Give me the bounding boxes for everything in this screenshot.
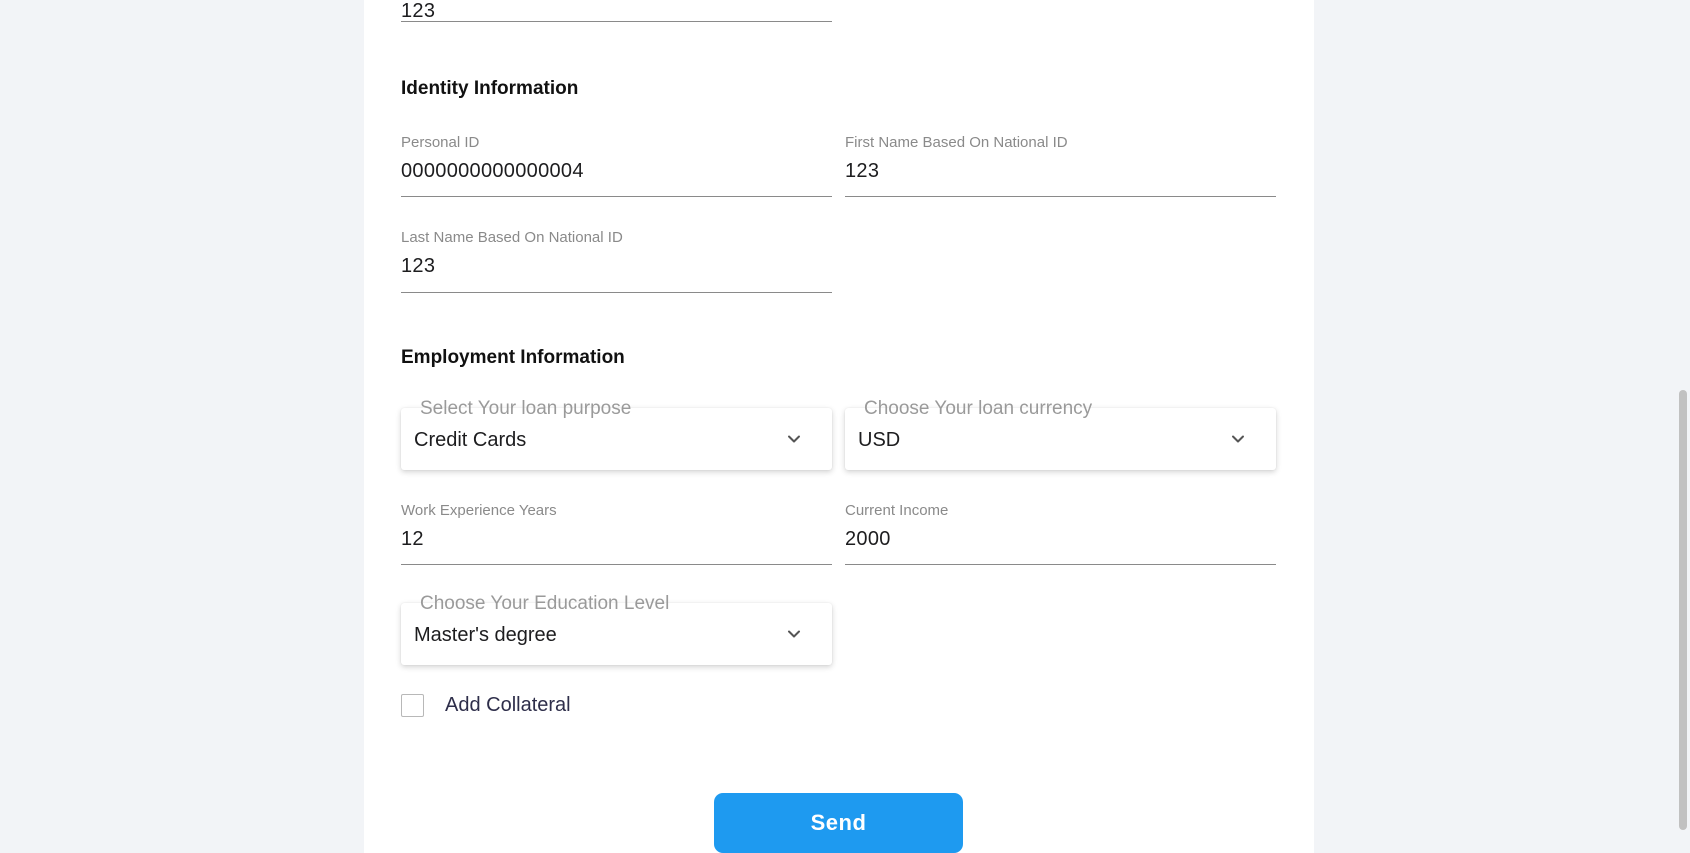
last-name-field[interactable]: Last Name Based On National ID 123 <box>401 229 832 293</box>
loan-purpose-select[interactable]: Select Your loan purpose Credit Cards <box>401 398 832 470</box>
education-level-value: Master's degree <box>414 624 557 646</box>
personal-id-input[interactable]: 0000000000000004 <box>401 160 584 183</box>
current-income-field[interactable]: Current Income 2000 <box>845 502 1276 565</box>
loan-purpose-label: Select Your loan purpose <box>420 398 632 419</box>
last-name-input[interactable]: 123 <box>401 255 435 278</box>
add-collateral-checkbox[interactable] <box>401 694 424 717</box>
loan-currency-label: Choose Your loan currency <box>864 398 1093 419</box>
personal-id-label: Personal ID <box>401 134 480 151</box>
send-button[interactable]: Send <box>714 793 963 853</box>
loan-purpose-value: Credit Cards <box>414 429 527 451</box>
loan-currency-select[interactable]: Choose Your loan currency USD <box>845 398 1276 470</box>
work-experience-field[interactable]: Work Experience Years 12 <box>401 502 832 565</box>
chevron-down-icon[interactable] <box>786 626 802 642</box>
work-experience-label: Work Experience Years <box>401 502 557 519</box>
scrollbar[interactable] <box>1676 0 1690 853</box>
employment-section-title: Employment Information <box>401 347 625 368</box>
last-name-label: Last Name Based On National ID <box>401 229 623 246</box>
first-name-field[interactable]: First Name Based On National ID 123 <box>845 134 1276 197</box>
chevron-down-icon[interactable] <box>786 431 802 447</box>
add-collateral-label[interactable]: Add Collateral <box>445 694 571 717</box>
loan-currency-value: USD <box>858 429 901 451</box>
personal-id-field[interactable]: Personal ID 0000000000000004 <box>401 134 832 197</box>
scrollbar-thumb[interactable] <box>1679 390 1687 830</box>
identity-section-title: Identity Information <box>401 78 579 99</box>
current-income-input[interactable]: 2000 <box>845 528 891 551</box>
current-income-label: Current Income <box>845 502 949 519</box>
work-experience-input[interactable]: 12 <box>401 528 424 551</box>
first-name-input[interactable]: 123 <box>845 160 879 183</box>
education-level-select[interactable]: Choose Your Education Level Master's deg… <box>401 593 832 665</box>
top-field[interactable]: 123 <box>401 0 832 22</box>
education-level-label: Choose Your Education Level <box>420 593 670 614</box>
chevron-down-icon[interactable] <box>1230 431 1246 447</box>
first-name-label: First Name Based On National ID <box>845 134 1068 151</box>
top-field-value: 123 <box>401 0 436 22</box>
